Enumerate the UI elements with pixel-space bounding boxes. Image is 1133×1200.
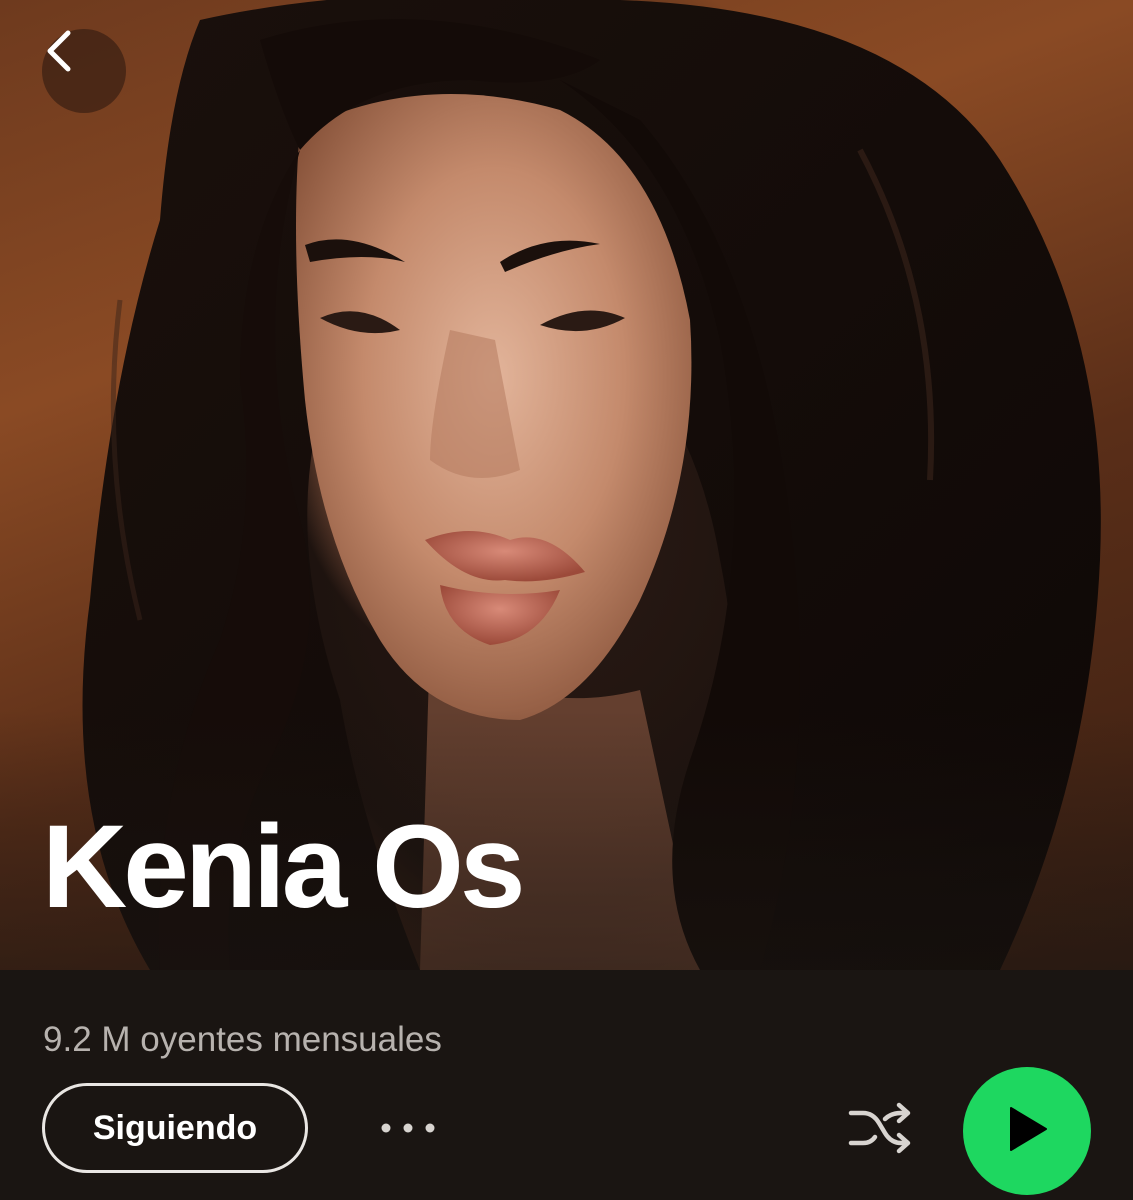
monthly-listeners: 9.2 M oyentes mensuales <box>43 1020 442 1059</box>
artist-name: Kenia Os <box>42 801 526 933</box>
artist-info-panel: 9.2 M oyentes mensuales Siguiendo <box>0 970 1133 1200</box>
more-horizontal-icon <box>378 1121 438 1139</box>
shuffle-icon <box>847 1101 913 1160</box>
shuffle-button[interactable] <box>840 1095 920 1165</box>
artist-hero-image: Kenia Os <box>0 0 1133 970</box>
play-icon <box>1005 1105 1049 1158</box>
follow-button[interactable]: Siguiendo <box>42 1083 308 1173</box>
artist-page: Kenia Os 9.2 M oyentes mensuales Siguien… <box>0 0 1133 1200</box>
back-button[interactable] <box>42 29 126 113</box>
play-button[interactable] <box>963 1067 1091 1195</box>
more-options-button[interactable] <box>370 1105 446 1155</box>
